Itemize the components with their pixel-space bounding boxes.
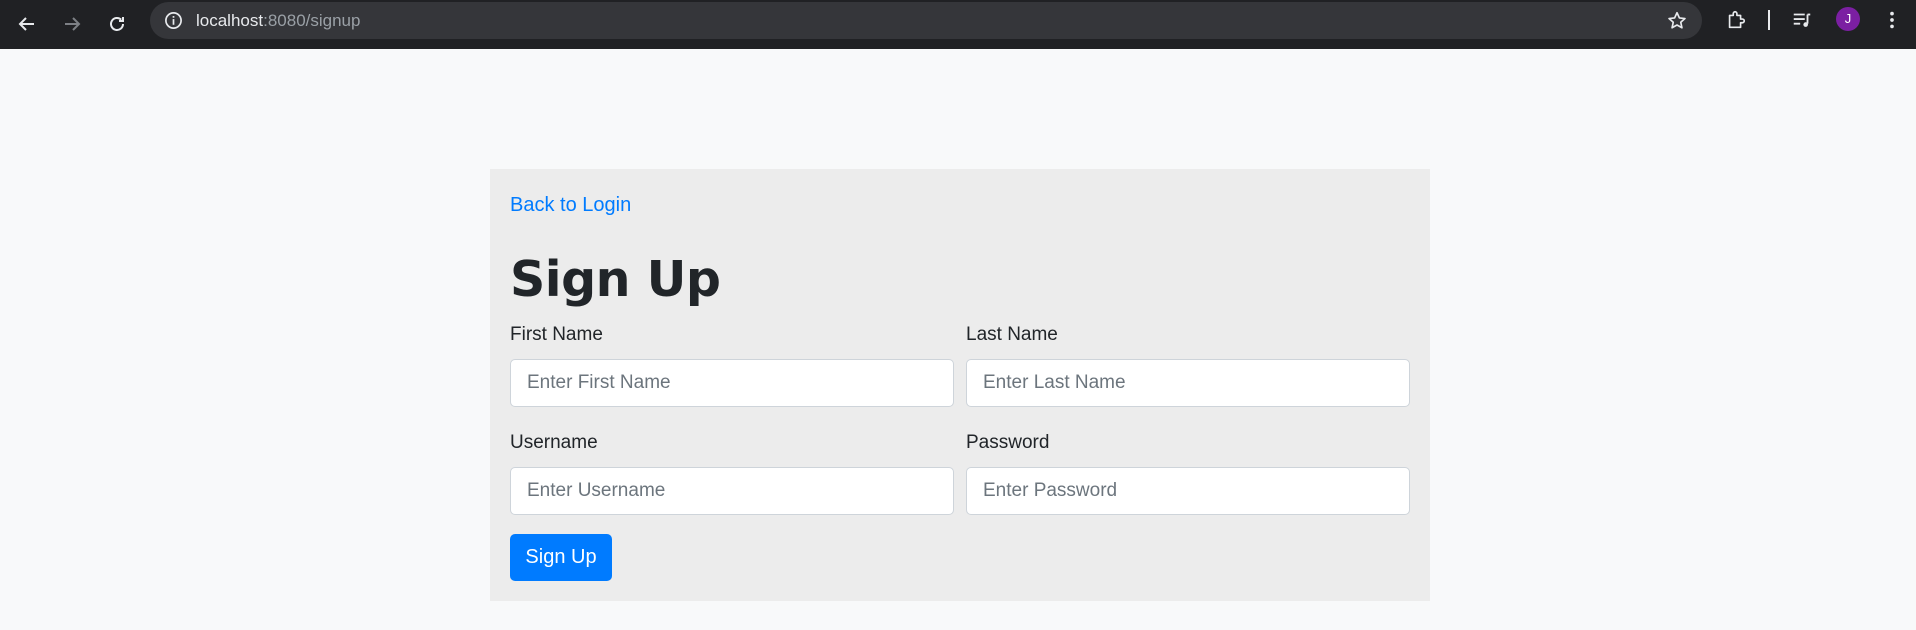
address-bar[interactable]: localhost:8080/signup [150, 2, 1702, 39]
arrow-right-icon [65, 17, 81, 31]
reload-icon [110, 17, 124, 31]
toolbar-divider [1768, 10, 1770, 30]
forward-button[interactable] [54, 6, 90, 42]
username-label: Username [510, 432, 598, 453]
signup-card: Back to Login Sign Up First Name Last Na… [490, 169, 1430, 601]
username-input[interactable] [510, 467, 954, 515]
page-title: Sign Up [510, 251, 721, 308]
url-host: localhost [196, 11, 264, 30]
last-name-label: Last Name [966, 324, 1058, 345]
back-button[interactable] [9, 6, 45, 42]
arrow-left-icon [18, 17, 34, 31]
puzzle-icon [1728, 10, 1746, 29]
site-info-icon[interactable] [164, 11, 183, 30]
media-controls-button[interactable] [1790, 8, 1814, 32]
first-name-input[interactable] [510, 359, 954, 407]
bookmark-star-icon[interactable] [1666, 10, 1688, 32]
url-path: :8080/signup [263, 11, 361, 30]
extensions-button[interactable] [1724, 8, 1748, 32]
password-input[interactable] [966, 467, 1410, 515]
profile-avatar[interactable]: J [1836, 7, 1860, 31]
browser-menu-button[interactable] [1880, 8, 1904, 32]
playlist-icon [1793, 13, 1811, 27]
last-name-input[interactable] [966, 359, 1410, 407]
back-to-login-link[interactable]: Back to Login [510, 193, 631, 217]
more-vert-icon [1890, 11, 1894, 29]
url-text[interactable]: localhost:8080/signup [196, 10, 360, 32]
browser-toolbar: localhost:8080/signup J [0, 0, 1916, 49]
password-label: Password [966, 432, 1050, 453]
first-name-label: First Name [510, 324, 603, 345]
reload-button[interactable] [99, 6, 135, 42]
sign-up-button[interactable]: Sign Up [510, 534, 612, 581]
